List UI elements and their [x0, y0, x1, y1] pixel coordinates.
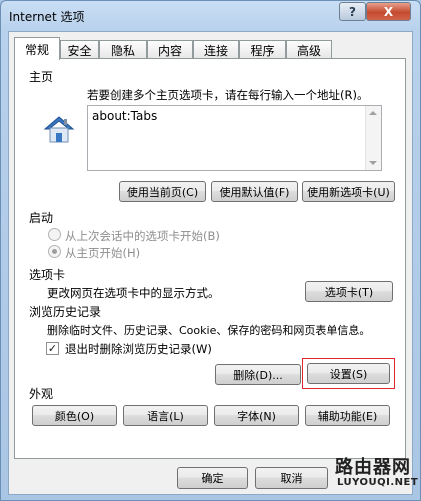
ok-button[interactable]: 确定 — [177, 467, 248, 489]
tab-advanced[interactable]: 高级 — [286, 40, 332, 59]
history-description: 删除临时文件、历史记录、Cookie、保存的密码和网页表单信息。 — [47, 324, 371, 337]
delete-history-button[interactable]: 删除(D)... — [215, 364, 301, 385]
tabs-section-heading: 选项卡 — [29, 268, 66, 282]
settings-highlight-box — [302, 358, 395, 389]
site-watermark: 路由器网 LUYOUQI.NET — [335, 453, 419, 493]
scroll-up-icon[interactable] — [369, 111, 377, 115]
window-title: Internet 选项 — [9, 10, 85, 24]
history-heading: 浏览历史记录 — [29, 305, 102, 319]
dialog-client-area: 常规 安全 隐私 内容 连接 程序 高级 主页 若要创建多个主页选项卡，请在每行… — [8, 31, 413, 495]
colors-button[interactable]: 颜色(O) — [32, 405, 117, 426]
startup-last-session-label: 从上次会话中的选项卡开始(B) — [65, 229, 220, 243]
delete-on-exit-checkbox[interactable]: ✓ — [46, 342, 59, 355]
appearance-heading: 外观 — [29, 387, 54, 401]
scroll-down-icon[interactable] — [369, 161, 377, 165]
cancel-button[interactable]: 取消 — [255, 467, 328, 489]
tabs-settings-button[interactable]: 选项卡(T) — [305, 281, 393, 302]
tab-content[interactable]: 内容 — [147, 40, 193, 59]
watermark-url: LUYOUQI.NET — [337, 477, 419, 488]
use-new-tab-button[interactable]: 使用新选项卡(U) — [302, 181, 395, 202]
languages-button[interactable]: 语言(L) — [123, 405, 208, 426]
startup-homepage-radio[interactable] — [48, 245, 61, 258]
homepage-url-textarea[interactable]: about:Tabs — [87, 105, 382, 171]
tab-general[interactable]: 常规 — [14, 37, 60, 60]
homepage-scrollbar[interactable] — [365, 106, 381, 170]
accessibility-button[interactable]: 辅助功能(E) — [305, 405, 390, 426]
homepage-instruction: 若要创建多个主页选项卡，请在每行输入一个地址(R)。 — [87, 88, 369, 102]
close-button[interactable]: X — [366, 2, 411, 21]
house-icon — [43, 116, 75, 143]
tabs-section-description: 更改网页在选项卡中的显示方式。 — [47, 286, 220, 300]
delete-on-exit-label: 退出时删除浏览历史记录(W) — [65, 342, 212, 356]
tab-connections[interactable]: 连接 — [193, 40, 239, 59]
tab-programs[interactable]: 程序 — [239, 40, 286, 59]
general-tab-panel: 主页 若要创建多个主页选项卡，请在每行输入一个地址(R)。 about:Tabs… — [14, 58, 406, 459]
homepage-url-value: about:Tabs — [92, 109, 158, 123]
startup-homepage-label: 从主页开始(H) — [65, 246, 141, 260]
internet-options-dialog: Internet 选项 ? X 常规 安全 隐私 内容 连接 程序 高级 主页 … — [0, 0, 421, 501]
help-button[interactable]: ? — [339, 2, 366, 21]
use-default-button[interactable]: 使用默认值(F) — [211, 181, 298, 202]
title-bar: Internet 选项 ? X — [1, 1, 420, 31]
watermark-title: 路由器网 — [335, 457, 411, 478]
startup-heading: 启动 — [29, 211, 54, 225]
startup-last-session-radio[interactable] — [48, 228, 61, 241]
tab-privacy[interactable]: 隐私 — [99, 40, 147, 59]
homepage-heading: 主页 — [29, 70, 54, 84]
use-current-button[interactable]: 使用当前页(C) — [119, 181, 206, 202]
tab-security[interactable]: 安全 — [60, 40, 99, 59]
fonts-button[interactable]: 字体(N) — [214, 405, 299, 426]
